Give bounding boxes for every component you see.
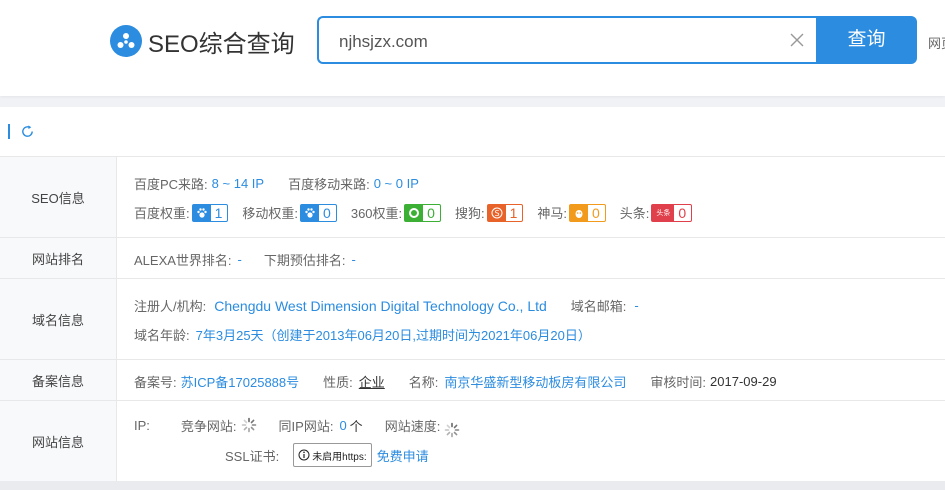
shenma-icon [570, 204, 588, 221]
close-icon[interactable] [789, 32, 805, 48]
next-rank-label: 下期预估排名: [263, 253, 346, 268]
row-label: 域名信息 [0, 279, 117, 359]
domain-row: 域名信息 注册人/机构: Chengdu West Dimension Digi… [0, 279, 945, 360]
weight-label: 移动权重: [242, 206, 299, 221]
row-label: 网站排名 [0, 238, 117, 278]
domain-age-line: 域名年龄: 7年3月25天（创建于2013年06月20日,过期时间为2021年0… [134, 325, 591, 344]
refresh-icon[interactable] [20, 124, 35, 139]
weight-label: 百度权重: [134, 206, 190, 221]
same-ip-label: 同IP网站: [278, 418, 334, 434]
icp-no-label: 备案号: [134, 375, 177, 390]
search-button[interactable]: 查询 [816, 16, 917, 64]
toutiao-weight-badge[interactable]: 头条 0 [651, 203, 693, 222]
ssl-label: SSL证书: [225, 448, 280, 464]
baidu-traffic-line: 百度PC来路: 8 ~ 14 IP 百度移动来路: 0 ~ 0 IP [134, 174, 419, 193]
weights-line: 百度权重: 1 移动权重: 0 360权重: 0 搜狗: S 1 神马: 0 头… [134, 203, 693, 222]
rank-line: ALEXA世界排名: - 下期预估排名: - [134, 250, 356, 269]
nature-value[interactable]: 企业 [359, 372, 385, 391]
logo[interactable]: SEO综合查询 [110, 24, 295, 58]
panel-toolbar [0, 107, 945, 157]
registrant-line: 注册人/机构: Chengdu West Dimension Digital T… [134, 296, 639, 315]
row-label: 备案信息 [0, 360, 117, 400]
weight-value: 1 [214, 204, 223, 221]
alexa-label: ALEXA世界排名: [134, 253, 232, 268]
bottom-strip [0, 481, 945, 490]
company-name-label: 名称: [408, 375, 439, 390]
seo-info-row: SEO信息 百度PC来路: 8 ~ 14 IP 百度移动来路: 0 ~ 0 IP… [0, 157, 945, 238]
row-label: SEO信息 [0, 157, 117, 237]
baidu-weight-badge[interactable]: 1 [191, 203, 229, 222]
web-link[interactable]: 网页 [928, 33, 945, 52]
sogou-icon: S [487, 204, 506, 221]
alexa-value[interactable]: - [238, 252, 242, 267]
domain-age-label: 域名年龄: [134, 328, 190, 343]
shenma-weight-badge[interactable]: 0 [569, 203, 606, 222]
baidu-mobile-value[interactable]: 0 ~ 0 IP [374, 176, 419, 191]
search-input[interactable] [337, 28, 771, 56]
360-icon [405, 204, 424, 221]
email-value[interactable]: - [634, 298, 638, 313]
paw-icon [192, 204, 211, 221]
compete-label: 竞争网站: [180, 418, 237, 434]
baidu-mobile-label: 百度移动来路: [288, 177, 370, 192]
weight-label: 搜狗: [454, 206, 485, 221]
loading-icon [445, 422, 460, 438]
share-logo-icon [110, 25, 142, 57]
ip-label: IP: [134, 417, 150, 433]
icp-row: 备案信息 备案号: 苏ICP备17025888号 性质: 企业 名称: 南京华盛… [0, 360, 945, 401]
baidu-pc-label: 百度PC来路: [134, 177, 208, 192]
sogou-weight-badge[interactable]: S 1 [486, 203, 524, 222]
toutiao-icon: 头条 [652, 204, 675, 221]
section-marker [8, 124, 10, 139]
weight-label: 神马: [537, 206, 567, 221]
speed-label: 网站速度: [384, 418, 441, 434]
loading-icon [241, 417, 256, 433]
result-panel: SEO信息 百度PC来路: 8 ~ 14 IP 百度移动来路: 0 ~ 0 IP… [0, 107, 945, 481]
company-name-value[interactable]: 南京华盛新型移动板房有限公司 [444, 372, 626, 391]
paw-icon [301, 204, 320, 221]
baidu-pc-value[interactable]: 8 ~ 14 IP [212, 176, 264, 191]
weight-value: 0 [678, 204, 687, 221]
icp-no-value[interactable]: 苏ICP备17025888号 [181, 372, 300, 391]
rank-row: 网站排名 ALEXA世界排名: - 下期预估排名: - [0, 238, 945, 279]
audit-time-value: 2017-09-29 [710, 374, 777, 389]
icp-line: 备案号: 苏ICP备17025888号 性质: 企业 名称: 南京华盛新型移动板… [134, 372, 777, 391]
search-box [317, 16, 817, 64]
info-icon [298, 449, 310, 461]
registrant-label: 注册人/机构: [134, 299, 207, 314]
audit-time-label: 审核时间: [650, 375, 707, 390]
domain-age-value[interactable]: 7年3月25天（创建于2013年06月20日,过期时间为2021年06月20日） [196, 325, 591, 344]
weight-value: 0 [427, 204, 435, 221]
weight-label: 360权重: [350, 206, 403, 221]
toutiao-icon-text: 头条 [656, 209, 671, 217]
same-ip-unit: 个 [349, 418, 363, 434]
next-rank-value[interactable]: - [352, 252, 356, 267]
email-label: 域名邮箱: [570, 299, 627, 314]
same-ip-value[interactable]: 0 [339, 418, 346, 433]
ssl-status-button[interactable]: 未启用https: [293, 443, 372, 467]
site-row: 网站信息 IP: 竞争网站: 同IP网站: 0 个 网站速度: SSL证书: 未… [0, 401, 945, 481]
nature-label: 性质: [323, 375, 353, 390]
header: SEO综合查询 查询 网页 [0, 0, 945, 96]
row-label: 网站信息 [0, 401, 117, 481]
weight-value: 0 [323, 204, 331, 221]
weight-label: 头条: [619, 206, 650, 221]
ssl-status-text: 未启用https: [312, 451, 367, 463]
free-apply-link[interactable]: 免费申请 [377, 446, 429, 465]
ssl-line: SSL证书: 未启用https: 免费申请 [225, 443, 429, 467]
site-line: IP: 竞争网站: 同IP网站: 0 个 网站速度: [134, 412, 460, 438]
weight-value: 1 [509, 204, 518, 221]
registrant-value[interactable]: Chengdu West Dimension Digital Technolog… [214, 298, 547, 314]
logo-text: SEO综合查询 [148, 30, 295, 58]
360-weight-badge[interactable]: 0 [404, 203, 441, 222]
weight-value: 0 [592, 204, 600, 221]
svg-text:S: S [494, 209, 499, 218]
mobile-weight-badge[interactable]: 0 [300, 203, 337, 222]
